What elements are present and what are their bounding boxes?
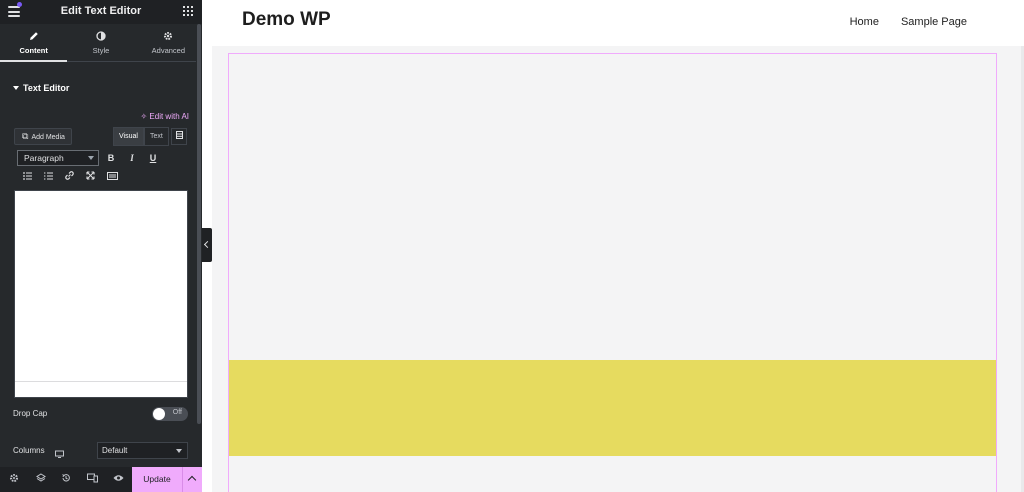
tab-content[interactable]: Content (0, 24, 68, 62)
yellow-section-band[interactable] (229, 360, 996, 456)
update-button[interactable]: Update (132, 467, 182, 492)
site-title[interactable]: Demo WP (242, 9, 331, 31)
nav-item-sample-page[interactable]: Sample Page (901, 16, 967, 28)
update-options-button[interactable] (182, 467, 202, 492)
gear-icon (135, 31, 202, 43)
site-preview: Demo WP Home Sample Page (212, 0, 1024, 492)
underline-button[interactable]: U (146, 151, 160, 165)
link-icon[interactable] (62, 170, 76, 184)
layers-icon[interactable] (34, 473, 47, 486)
columns-select-value: Default (102, 446, 128, 455)
tab-advanced-label: Advanced (151, 46, 185, 55)
edit-with-ai-label: Edit with AI (149, 112, 189, 121)
sparkle-icon: ✧ (140, 112, 148, 121)
bold-button[interactable]: B (104, 151, 118, 165)
text-editor-area[interactable] (14, 190, 188, 398)
section-toggle-text-editor[interactable]: Text Editor (13, 83, 69, 93)
collapse-panel-button[interactable] (202, 228, 212, 262)
chevron-left-icon (203, 240, 212, 249)
editor-panel: Edit Text Editor Content Style Advanced … (0, 0, 202, 492)
tab-visual[interactable]: Visual (113, 127, 144, 146)
toolbar-toggle-icon[interactable] (171, 128, 187, 145)
site-nav: Home Sample Page (850, 16, 967, 28)
add-media-label: Add Media (31, 134, 65, 141)
format-select-value: Paragraph (24, 153, 64, 163)
toggle-knob (153, 408, 165, 420)
edit-with-ai-button[interactable]: ✧ Edit with AI (140, 112, 189, 121)
fullscreen-icon[interactable] (83, 170, 97, 184)
pencil-icon (0, 31, 67, 43)
panel-header: Edit Text Editor (0, 0, 202, 24)
widgets-grid-icon[interactable] (183, 6, 193, 16)
tab-style-label: Style (92, 46, 110, 55)
panel-scrollbar-thumb[interactable] (197, 24, 201, 424)
section-title: Text Editor (23, 83, 70, 93)
columns-select[interactable]: Default (97, 442, 188, 459)
tab-content-label: Content (19, 46, 48, 55)
chevron-down-icon (176, 449, 182, 453)
italic-button[interactable]: I (125, 151, 139, 165)
history-icon[interactable] (59, 473, 72, 486)
drop-cap-state: Off (172, 409, 182, 416)
bullet-list-icon[interactable] (20, 170, 34, 184)
format-select[interactable]: Paragraph (17, 150, 99, 166)
panel-title: Edit Text Editor (60, 5, 142, 17)
panel-tabs: Content Style Advanced (0, 24, 202, 62)
nav-item-home[interactable]: Home (850, 16, 879, 28)
responsive-mode-icon[interactable] (86, 473, 99, 486)
media-icon: ⧉ (22, 131, 29, 141)
preview-eye-icon[interactable] (112, 473, 125, 486)
toolbar-row-icon[interactable] (105, 170, 119, 184)
site-header: Demo WP Home Sample Page (212, 0, 1024, 46)
chevron-down-icon (88, 156, 94, 160)
columns-label: Columns (13, 446, 45, 455)
desktop-monitor-icon[interactable] (55, 446, 64, 458)
drop-cap-label: Drop Cap (13, 409, 48, 418)
editor-mode-tabs: Visual Text (113, 127, 169, 146)
drop-cap-toggle[interactable]: Off (152, 407, 188, 421)
half-circle-icon (67, 31, 134, 43)
tab-advanced[interactable]: Advanced (135, 24, 202, 61)
settings-gear-icon[interactable] (7, 473, 20, 486)
tab-style[interactable]: Style (67, 24, 134, 61)
panel-footer: Update (0, 467, 202, 492)
numbered-list-icon[interactable] (41, 170, 55, 184)
add-media-button[interactable]: ⧉ Add Media (14, 128, 72, 145)
caret-down-icon (13, 86, 19, 90)
editor-status-bar (15, 381, 187, 397)
chevron-up-icon (187, 475, 197, 485)
tab-text[interactable]: Text (143, 127, 169, 146)
